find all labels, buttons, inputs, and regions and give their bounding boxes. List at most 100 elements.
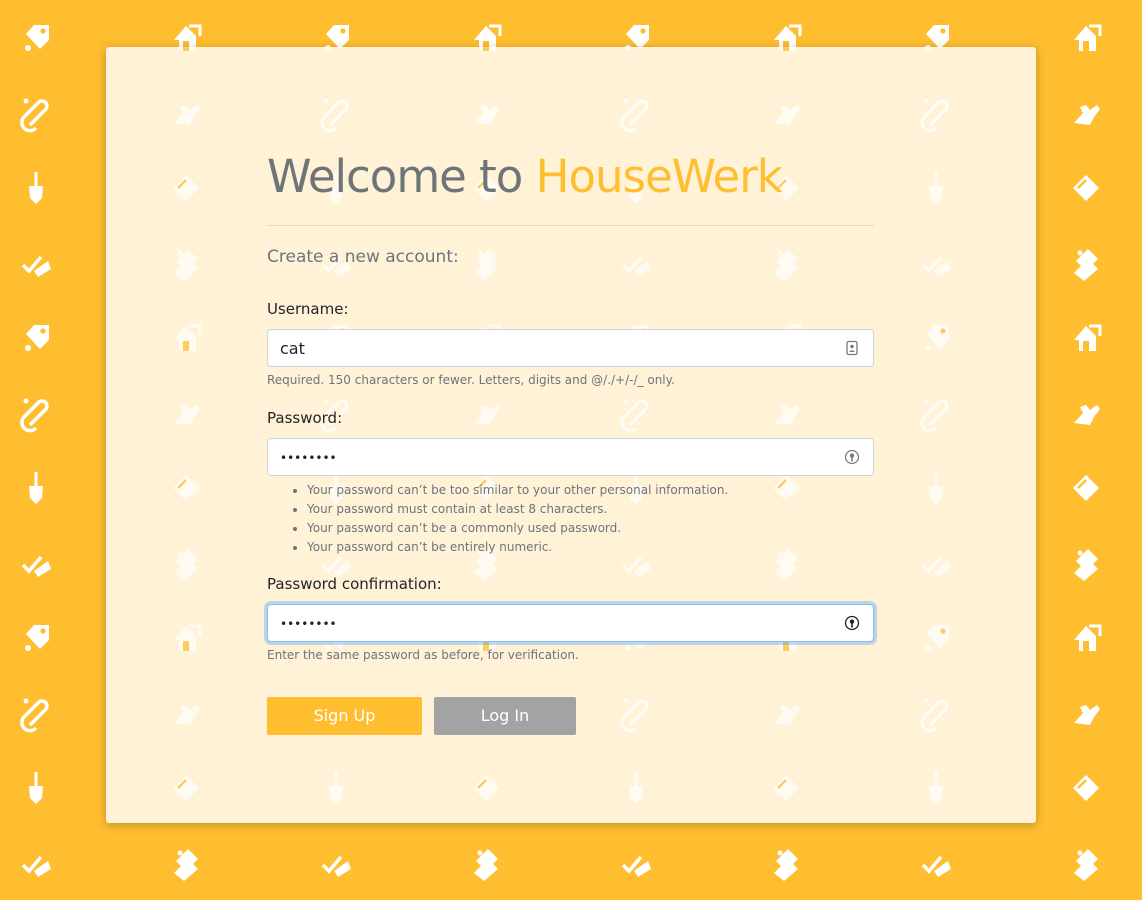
spray-bottle-icon xyxy=(1074,249,1098,281)
paper-clip-icon xyxy=(920,98,949,133)
sponge-icon xyxy=(773,475,799,501)
paper-clip-icon xyxy=(920,698,949,733)
house-arrow-icon xyxy=(779,47,796,51)
password-confirmation-help-text: Enter the same password as before, for v… xyxy=(267,648,579,662)
checklist-icon xyxy=(621,855,651,877)
house-arrow-icon xyxy=(479,47,496,51)
sponge-icon xyxy=(1073,175,1099,201)
checklist-icon xyxy=(621,555,651,577)
broom-icon xyxy=(29,472,43,504)
spray-bottle-icon xyxy=(774,249,798,281)
broom-icon xyxy=(629,772,643,804)
price-tag-icon xyxy=(325,47,342,51)
contact-card-icon[interactable] xyxy=(844,340,860,356)
price-tag-icon xyxy=(925,625,949,651)
spray-bottle-icon xyxy=(774,549,798,581)
checklist-icon xyxy=(21,555,51,577)
checklist-icon xyxy=(921,555,951,577)
spray-bottle-icon xyxy=(174,249,198,281)
sponge-icon xyxy=(173,175,199,201)
checklist-icon xyxy=(21,855,51,877)
price-tag-icon xyxy=(25,25,49,51)
sign-up-button[interactable]: Sign Up xyxy=(267,697,422,735)
form-subtitle: Create a new account: xyxy=(267,247,459,267)
list-item: Your password can’t be entirely numeric. xyxy=(307,538,728,557)
username-label: Username: xyxy=(267,300,349,318)
sponge-icon xyxy=(773,775,799,801)
password-label: Password: xyxy=(267,409,343,427)
rubber-glove-icon xyxy=(774,105,800,125)
broom-icon xyxy=(329,772,343,804)
house-arrow-icon xyxy=(1074,324,1102,351)
price-tag-icon xyxy=(925,325,949,351)
username-help-text: Required. 150 characters or fewer. Lette… xyxy=(267,373,675,387)
broom-icon xyxy=(929,472,943,504)
paper-clip-icon xyxy=(620,698,649,733)
spray-bottle-icon xyxy=(1074,849,1098,881)
rubber-glove-icon xyxy=(1074,705,1100,725)
checklist-icon xyxy=(921,255,951,277)
brand-name: HouseWerk xyxy=(535,150,783,203)
paper-clip-icon xyxy=(920,398,949,433)
signup-card: Welcome to HouseWerk Create a new accoun… xyxy=(106,47,1036,823)
rubber-glove-icon xyxy=(474,105,500,125)
price-tag-icon xyxy=(25,625,49,651)
paper-clip-icon xyxy=(20,98,49,133)
password-confirmation-value: •••••••• xyxy=(280,617,337,631)
house-arrow-icon xyxy=(174,324,202,351)
sponge-icon xyxy=(473,775,499,801)
rubber-glove-icon xyxy=(774,705,800,725)
checklist-icon xyxy=(21,255,51,277)
username-input[interactable]: cat xyxy=(267,329,874,367)
sponge-icon xyxy=(1073,475,1099,501)
password-value: •••••••• xyxy=(280,451,337,465)
spray-bottle-icon xyxy=(474,249,498,281)
rubber-glove-icon xyxy=(774,405,800,425)
checklist-icon xyxy=(321,855,351,877)
password-key-icon[interactable] xyxy=(844,449,860,465)
title-divider xyxy=(267,225,874,226)
price-tag-icon xyxy=(925,47,942,51)
password-requirements-list: Your password can’t be too similar to yo… xyxy=(267,481,728,557)
page-title: Welcome to HouseWerk xyxy=(267,142,783,212)
broom-icon xyxy=(29,772,43,804)
paper-clip-icon xyxy=(620,398,649,433)
paper-clip-icon xyxy=(320,98,349,133)
broom-icon xyxy=(929,172,943,204)
rubber-glove-icon xyxy=(474,405,500,425)
broom-icon xyxy=(929,772,943,804)
spray-bottle-icon xyxy=(774,849,798,881)
spray-bottle-icon xyxy=(474,849,498,881)
password-key-icon[interactable] xyxy=(844,615,860,631)
rubber-glove-icon xyxy=(1074,405,1100,425)
sponge-icon xyxy=(173,775,199,801)
paper-clip-icon xyxy=(20,398,49,433)
paper-clip-icon xyxy=(20,698,49,733)
house-arrow-icon xyxy=(174,624,202,651)
paper-clip-icon xyxy=(620,98,649,133)
rubber-glove-icon xyxy=(174,705,200,725)
checklist-icon xyxy=(921,855,951,877)
checklist-icon xyxy=(321,555,351,577)
password-input[interactable]: •••••••• xyxy=(267,438,874,476)
spray-bottle-icon xyxy=(174,549,198,581)
list-item: Your password must contain at least 8 ch… xyxy=(307,500,728,519)
log-in-button[interactable]: Log In xyxy=(434,697,576,735)
rubber-glove-icon xyxy=(174,405,200,425)
password-confirmation-input[interactable]: •••••••• xyxy=(267,604,874,642)
spray-bottle-icon xyxy=(1074,549,1098,581)
list-item: Your password can’t be too similar to yo… xyxy=(307,481,728,500)
spray-bottle-icon xyxy=(174,849,198,881)
price-tag-icon xyxy=(625,47,642,51)
price-tag-icon xyxy=(25,325,49,351)
house-arrow-icon xyxy=(179,47,196,51)
password-confirmation-label: Password confirmation: xyxy=(267,575,442,593)
username-value: cat xyxy=(280,339,305,358)
house-arrow-icon xyxy=(1074,624,1102,651)
sponge-icon xyxy=(173,475,199,501)
rubber-glove-icon xyxy=(1074,105,1100,125)
title-welcome: Welcome to xyxy=(267,150,536,203)
house-arrow-icon xyxy=(1074,24,1102,51)
rubber-glove-icon xyxy=(174,105,200,125)
sponge-icon xyxy=(1073,775,1099,801)
